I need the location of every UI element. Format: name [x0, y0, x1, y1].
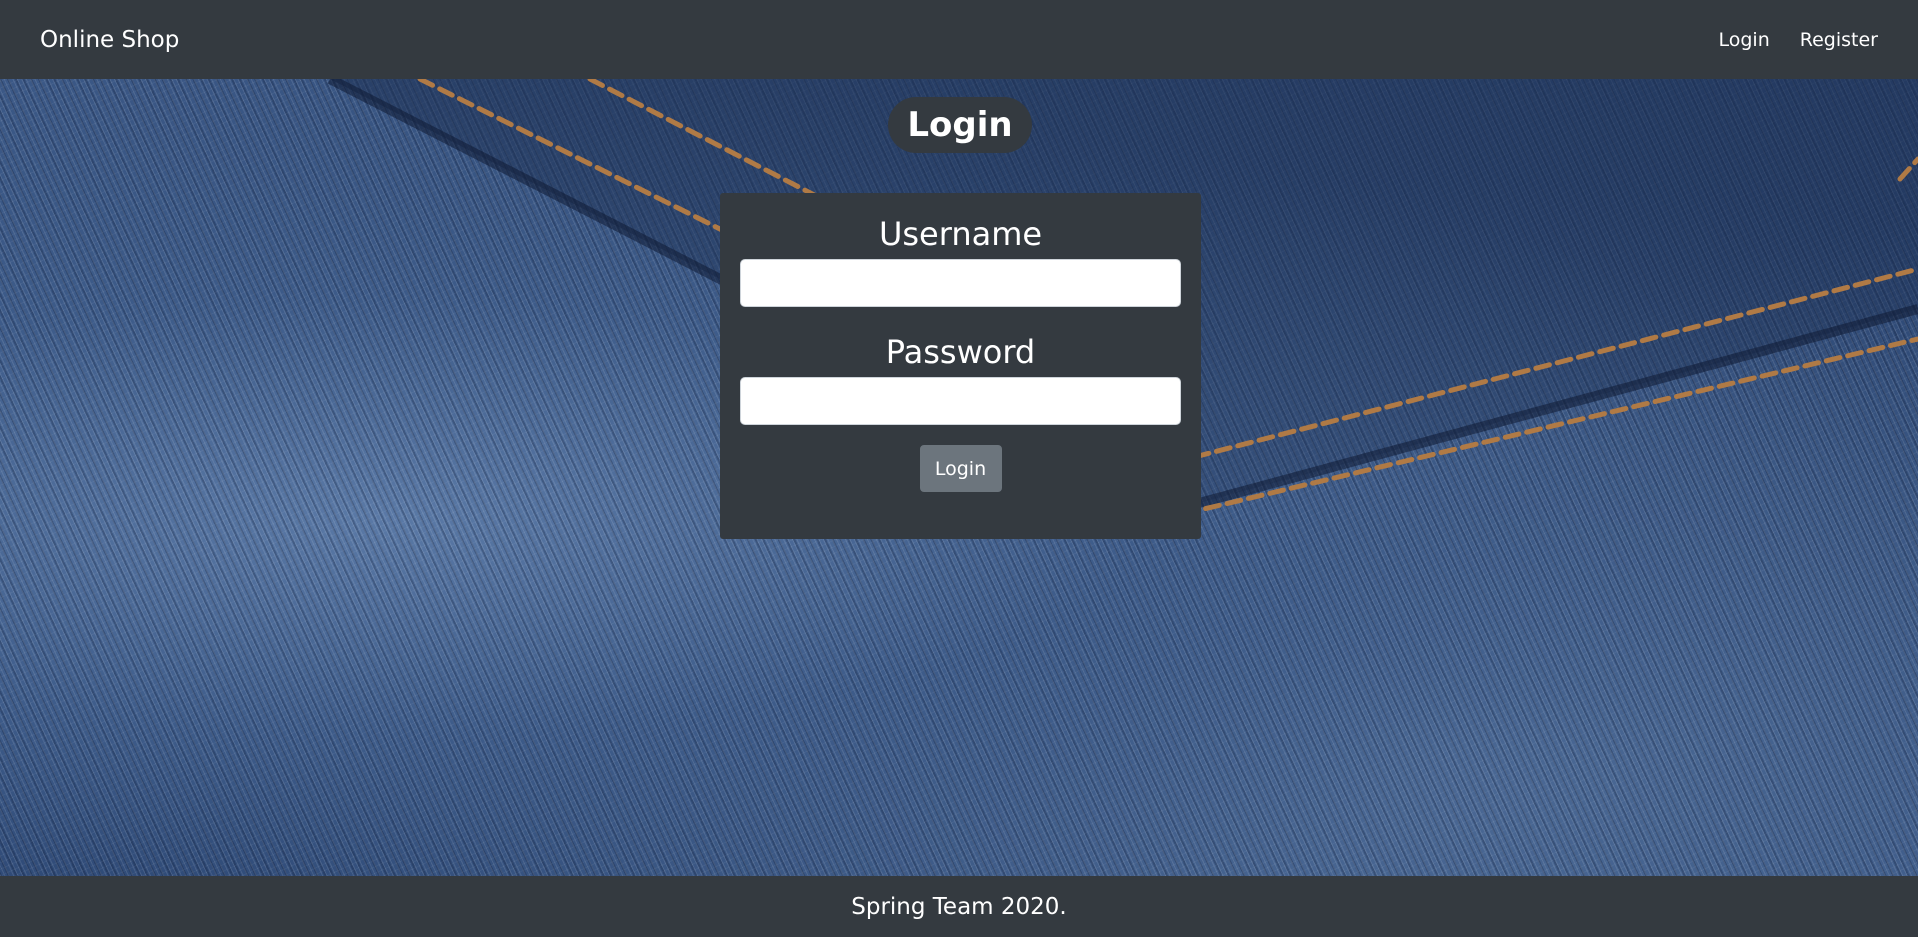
username-label: Username	[878, 215, 1043, 253]
navbar-links: Login Register	[1719, 29, 1879, 51]
password-label: Password	[885, 333, 1036, 371]
username-input[interactable]	[740, 259, 1181, 307]
navbar: Online Shop Login Register	[0, 0, 1918, 79]
login-form: Username Password Login	[720, 193, 1201, 539]
login-submit-button[interactable]: Login	[919, 445, 1002, 492]
login-title: Login	[888, 97, 1032, 153]
brand-link[interactable]: Online Shop	[40, 27, 179, 53]
password-input[interactable]	[740, 377, 1181, 425]
nav-register-link[interactable]: Register	[1800, 29, 1878, 51]
footer: Spring Team 2020.	[0, 876, 1918, 937]
footer-text: Spring Team 2020.	[851, 893, 1067, 920]
nav-login-link[interactable]: Login	[1719, 29, 1770, 51]
